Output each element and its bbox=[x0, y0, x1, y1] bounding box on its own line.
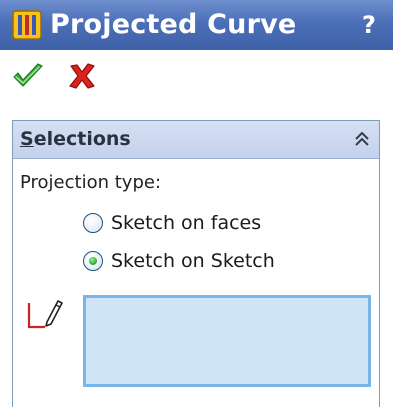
radio-circle[interactable] bbox=[83, 213, 103, 233]
radio-circle-selected[interactable] bbox=[83, 251, 103, 271]
radio-label[interactable]: Sketch on faces bbox=[111, 211, 261, 235]
radio-label[interactable]: Sketch on Sketch bbox=[111, 249, 275, 273]
x-icon bbox=[69, 63, 95, 89]
ok-button[interactable] bbox=[12, 62, 44, 90]
radio-selected-dot bbox=[89, 257, 97, 265]
checkmark-icon bbox=[13, 63, 43, 87]
selection-list-box[interactable] bbox=[83, 295, 371, 387]
selections-header[interactable]: Selections bbox=[13, 121, 379, 159]
group-title-rest: elections bbox=[33, 128, 131, 150]
group-title-mnemonic: S bbox=[20, 128, 34, 150]
cancel-button[interactable] bbox=[66, 62, 98, 90]
projection-type-label: Projection type: bbox=[20, 172, 162, 193]
help-button[interactable]: ? bbox=[355, 6, 383, 44]
title-bar: Projected Curve ? bbox=[0, 0, 393, 50]
property-manager-panel: Projected Curve ? Selections Projection … bbox=[0, 0, 393, 407]
panel-title: Projected Curve bbox=[50, 9, 297, 40]
double-chevron-up-icon[interactable] bbox=[353, 130, 371, 148]
sketch-selection-icon bbox=[27, 300, 63, 329]
selections-group: Selections Projection type: Sketch on fa… bbox=[12, 120, 380, 407]
group-title: Selections bbox=[20, 121, 131, 158]
projected-curve-icon bbox=[12, 10, 42, 40]
